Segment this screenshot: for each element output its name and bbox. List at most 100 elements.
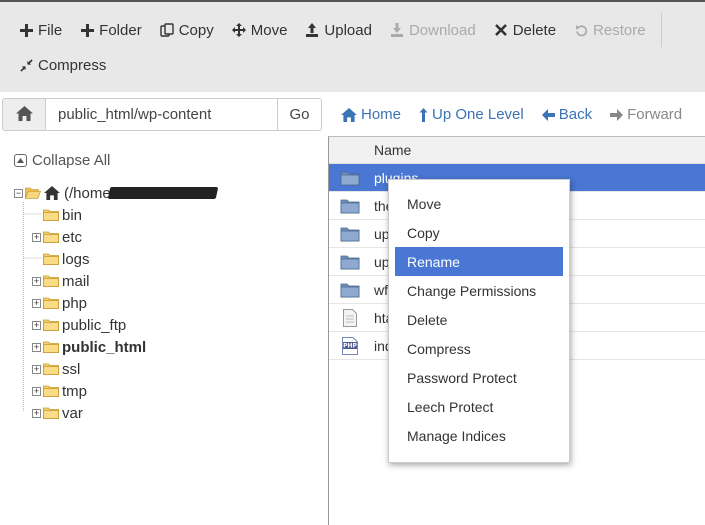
tree-item-label: tmp	[62, 382, 88, 400]
move-button[interactable]: Move	[223, 16, 297, 44]
compress-icon	[19, 58, 33, 72]
tree-item-etc[interactable]: + etc	[32, 227, 82, 247]
home-icon	[15, 105, 33, 124]
tree-item-label: etc	[62, 228, 83, 246]
path-input[interactable]	[46, 98, 278, 131]
expand-toggle[interactable]: +	[32, 298, 41, 308]
context-menu-item-password-protect[interactable]: Password Protect	[395, 363, 563, 392]
folder-icon	[43, 275, 59, 287]
folder-icon	[43, 209, 59, 221]
upload-label: Upload	[324, 21, 372, 39]
expand-toggle[interactable]: +	[32, 276, 41, 286]
go-button[interactable]: Go	[278, 98, 322, 131]
context-menu-item-move[interactable]: Move	[395, 189, 563, 218]
tree-item-tmp[interactable]: + tmp	[32, 381, 87, 401]
tree-item-ssl[interactable]: + ssl	[32, 359, 80, 379]
folder-icon	[340, 199, 360, 213]
file-type-icon	[340, 197, 360, 215]
folder-icon	[340, 255, 360, 269]
context-menu-item-leech-protect[interactable]: Leech Protect	[395, 392, 563, 421]
up-one-level-button[interactable]: Up One Level	[410, 106, 533, 123]
level-up-icon	[419, 107, 428, 122]
plus-icon	[80, 23, 94, 37]
folder-icon	[43, 319, 59, 331]
new-file-button[interactable]: File	[10, 16, 71, 44]
folder-icon	[340, 283, 360, 297]
download-icon	[390, 23, 404, 37]
tree-item-bin[interactable]: bin	[32, 205, 82, 225]
plus-icon	[19, 23, 33, 37]
expand-toggle[interactable]: +	[32, 320, 41, 330]
folder-icon	[43, 363, 59, 375]
copy-icon	[160, 23, 174, 37]
file-type-icon	[340, 281, 360, 299]
expand-toggle[interactable]: +	[32, 232, 41, 242]
php-file-icon: PHP	[342, 336, 358, 355]
context-menu-item-change-permissions[interactable]: Change Permissions	[395, 276, 563, 305]
tree-item-label: bin	[62, 206, 83, 224]
file-type-icon	[340, 225, 360, 243]
context-menu-item-rename[interactable]: Rename	[395, 247, 563, 276]
toolbar-row-1: File Folder Copy Move Upload Download De…	[10, 13, 662, 47]
tree-item-label: public_ftp	[62, 316, 127, 334]
restore-label: Restore	[593, 21, 646, 39]
compress-label: Compress	[38, 56, 107, 74]
tree-root[interactable]: − (/home/	[14, 183, 219, 203]
folder-icon	[340, 227, 360, 241]
new-folder-button[interactable]: Folder	[71, 16, 151, 44]
nav-home-button[interactable]: Home	[332, 106, 410, 123]
back-button[interactable]: Back	[533, 106, 601, 123]
tree-item-var[interactable]: + var	[32, 403, 83, 423]
new-file-label: File	[38, 21, 63, 39]
arrow-left-icon	[541, 108, 555, 121]
file-type-icon	[340, 169, 360, 187]
tree-item-public-ftp[interactable]: + public_ftp	[32, 315, 126, 335]
forward-button[interactable]: Forward	[601, 106, 691, 123]
tree-item-label: mail	[62, 272, 90, 290]
tree-item-logs[interactable]: logs	[32, 249, 90, 269]
upload-button[interactable]: Upload	[296, 16, 381, 44]
move-label: Move	[250, 21, 288, 39]
tree-item-label: public_html	[62, 338, 147, 356]
expand-toggle[interactable]: +	[32, 364, 41, 374]
redacted-username	[107, 187, 219, 199]
folder-icon	[43, 297, 59, 309]
file-list-header: Name	[329, 137, 705, 164]
file-type-icon: PHP	[340, 336, 360, 355]
arrow-right-icon	[610, 108, 624, 121]
folder-icon	[43, 385, 59, 397]
delete-button[interactable]: Delete	[485, 16, 565, 44]
expand-toggle[interactable]: +	[32, 408, 41, 418]
home-icon	[44, 186, 60, 200]
path-home-button[interactable]	[2, 98, 46, 131]
back-label: Back	[558, 106, 593, 123]
folder-icon	[43, 253, 59, 265]
expand-toggle[interactable]: +	[32, 386, 41, 396]
svg-text:PHP: PHP	[343, 342, 357, 349]
context-menu-item-compress[interactable]: Compress	[395, 334, 563, 363]
path-bar: Go	[2, 98, 322, 131]
download-button[interactable]: Download	[381, 16, 485, 44]
tree-item-label: php	[62, 294, 88, 312]
context-menu-item-copy[interactable]: Copy	[395, 218, 563, 247]
context-menu-item-manage-indices[interactable]: Manage Indices	[395, 421, 563, 450]
navigation-bar: Home Up One Level Back Forward	[332, 98, 691, 131]
restore-button[interactable]: Restore	[565, 16, 655, 44]
tree-item-mail[interactable]: + mail	[32, 271, 90, 291]
column-name-header[interactable]: Name	[374, 142, 411, 158]
tree-item-php[interactable]: + php	[32, 293, 87, 313]
tree-item-label: logs	[62, 250, 90, 268]
copy-button[interactable]: Copy	[151, 16, 223, 44]
delete-label: Delete	[512, 21, 557, 39]
context-menu-item-delete[interactable]: Delete	[395, 305, 563, 334]
folder-icon	[43, 341, 59, 353]
tree-item-public-html[interactable]: + public_html	[32, 337, 146, 357]
home-icon	[341, 107, 357, 122]
expand-toggle[interactable]: +	[32, 342, 41, 352]
file-type-icon	[340, 308, 360, 327]
toolbar: File Folder Copy Move Upload Download De…	[0, 0, 705, 92]
compress-button[interactable]: Compress	[10, 51, 115, 79]
nav-home-label: Home	[361, 106, 402, 123]
copy-label: Copy	[178, 21, 214, 39]
collapse-toggle[interactable]: −	[14, 188, 23, 198]
